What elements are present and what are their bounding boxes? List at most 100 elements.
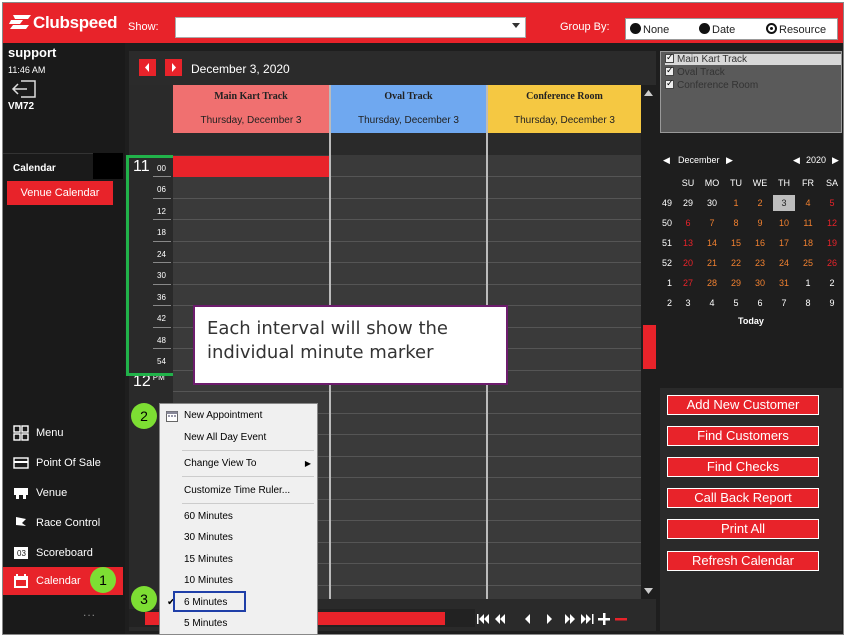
menu-label: Change View To xyxy=(184,458,257,469)
nav-venue[interactable]: Venue xyxy=(3,479,123,507)
calendar-day[interactable]: 9 xyxy=(749,215,771,231)
calendar-day[interactable]: 21 xyxy=(701,255,723,271)
calendar-day[interactable]: 12 xyxy=(821,215,843,231)
calendar-day[interactable]: 15 xyxy=(725,235,747,251)
calendar-day[interactable]: 7 xyxy=(773,295,795,311)
navigation-buttons[interactable] xyxy=(475,609,655,629)
menu-new-all-day-event[interactable]: New All Day Event xyxy=(160,428,317,448)
prev-day-button[interactable] xyxy=(139,59,156,76)
next-page-icon xyxy=(565,614,575,624)
calendar-day[interactable]: 17 xyxy=(773,235,795,251)
calendar-day[interactable]: 14 xyxy=(701,235,723,251)
menu-change-view-to[interactable]: Change View To ▶ xyxy=(160,454,317,474)
calendar-day[interactable]: 2 xyxy=(821,275,843,291)
checkbox-icon[interactable] xyxy=(665,52,674,63)
show-dropdown[interactable] xyxy=(175,17,526,38)
column-header-oval-track[interactable]: Oval Track Thursday, December 3 xyxy=(331,85,486,133)
calendar-day[interactable]: 29 xyxy=(725,275,747,291)
calendar-day[interactable]: 4 xyxy=(701,295,723,311)
more-dots[interactable]: ... xyxy=(83,605,96,619)
calendar-day[interactable]: 24 xyxy=(773,255,795,271)
calendar-day[interactable]: 18 xyxy=(797,235,819,251)
nav-label: Calendar xyxy=(36,575,81,587)
call-back-report-button[interactable]: Call Back Report xyxy=(667,488,819,508)
calendar-day[interactable]: 1 xyxy=(797,275,819,291)
menu-customize-time-ruler[interactable]: Customize Time Ruler... xyxy=(160,481,317,501)
find-checks-button[interactable]: Find Checks xyxy=(667,457,819,477)
calendar-day[interactable]: 10 xyxy=(773,215,795,231)
month-prev-icon[interactable]: ◀ xyxy=(663,155,670,166)
checkbox-icon[interactable] xyxy=(665,65,674,76)
groupby-resource-radio[interactable]: Resource xyxy=(766,23,826,36)
calendar-day[interactable]: 19 xyxy=(821,235,843,251)
year-next-icon[interactable]: ▶ xyxy=(832,155,839,166)
logout-icon[interactable] xyxy=(11,80,37,98)
calendar-day[interactable]: 6 xyxy=(677,215,699,231)
year-prev-icon[interactable]: ◀ xyxy=(793,155,800,166)
find-customers-button[interactable]: Find Customers xyxy=(667,426,819,446)
nav-menu[interactable]: Menu xyxy=(3,419,123,447)
menu-10-minutes[interactable]: 10 Minutes xyxy=(160,571,317,591)
checkbox-icon[interactable] xyxy=(665,78,674,89)
calendar-day[interactable]: 29 xyxy=(677,195,699,211)
month-next-icon[interactable]: ▶ xyxy=(726,155,733,166)
menu-new-appointment[interactable]: New Appointment xyxy=(160,406,317,426)
calendar-day[interactable]: 4 xyxy=(797,195,819,211)
calendar-day[interactable]: 8 xyxy=(797,295,819,311)
column-header-main-kart-track[interactable]: Main Kart Track Thursday, December 3 xyxy=(173,85,329,133)
scroll-down-icon[interactable] xyxy=(641,585,656,597)
calendar-day[interactable]: 9 xyxy=(821,295,843,311)
menu-60-minutes[interactable]: 60 Minutes xyxy=(160,507,317,527)
calendar-day[interactable]: 28 xyxy=(701,275,723,291)
ruler-highlight-box xyxy=(126,155,178,376)
calendar-day[interactable]: 30 xyxy=(749,275,771,291)
calendar-day[interactable]: 30 xyxy=(701,195,723,211)
calendar-day[interactable]: 2 xyxy=(749,195,771,211)
add-new-customer-button[interactable]: Add New Customer xyxy=(667,395,819,415)
print-all-button[interactable]: Print All xyxy=(667,519,819,539)
next-day-button[interactable] xyxy=(165,59,182,76)
calendar-day[interactable]: 3 xyxy=(677,295,699,311)
venue-calendar-button[interactable]: Venue Calendar xyxy=(7,181,113,205)
calendar-day[interactable]: 27 xyxy=(677,275,699,291)
calendar-day[interactable]: 1 xyxy=(725,195,747,211)
nav-point-of-sale[interactable]: Point Of Sale xyxy=(3,449,123,477)
calendar-day[interactable]: 26 xyxy=(821,255,843,271)
menu-30-minutes[interactable]: 30 Minutes xyxy=(160,528,317,548)
resource-conference-room[interactable]: Conference Room xyxy=(665,78,758,91)
scroll-up-icon[interactable] xyxy=(641,87,656,99)
nav-race-control[interactable]: Race Control xyxy=(3,509,123,537)
scroll-thumb[interactable] xyxy=(643,325,656,369)
terminal-name: VM72 xyxy=(8,101,35,112)
calendar-day[interactable]: 22 xyxy=(725,255,747,271)
calendar-day[interactable]: 5 xyxy=(725,295,747,311)
column-header-conference-room[interactable]: Conference Room Thursday, December 3 xyxy=(488,85,641,133)
calendar-day[interactable]: 5 xyxy=(821,195,843,211)
calendar-day[interactable]: 23 xyxy=(749,255,771,271)
sidebar: support 11:46 AM VM72 Calendar Venue Cal… xyxy=(3,43,125,634)
day-of-week-label: FR xyxy=(802,178,814,188)
calendar-icon xyxy=(14,574,28,588)
today-button[interactable]: Today xyxy=(738,316,764,326)
calendar-day[interactable]: 3 xyxy=(773,195,795,211)
calendar-day[interactable]: 6 xyxy=(749,295,771,311)
menu-5-minutes[interactable]: 5 Minutes xyxy=(160,614,317,634)
menu-label: New Appointment xyxy=(184,410,263,421)
resource-label: Main Kart Track xyxy=(677,54,748,65)
calendar-day[interactable]: 16 xyxy=(749,235,771,251)
calendar-day[interactable]: 7 xyxy=(701,215,723,231)
calendar-day[interactable]: 8 xyxy=(725,215,747,231)
refresh-calendar-button[interactable]: Refresh Calendar xyxy=(667,551,819,571)
groupby-none-radio[interactable]: None xyxy=(630,23,669,36)
groupby-date-radio[interactable]: Date xyxy=(699,23,735,36)
resource-oval-track[interactable]: Oval Track xyxy=(665,65,725,78)
calendar-day[interactable]: 13 xyxy=(677,235,699,251)
resource-main-kart-track[interactable]: Main Kart Track xyxy=(665,52,841,65)
calendar-day[interactable]: 11 xyxy=(797,215,819,231)
nav-scoreboard[interactable]: 03 Scoreboard xyxy=(3,539,123,567)
calendar-day[interactable]: 20 xyxy=(677,255,699,271)
calendar-day[interactable]: 31 xyxy=(773,275,795,291)
calendar-day[interactable]: 25 xyxy=(797,255,819,271)
menu-15-minutes[interactable]: 15 Minutes xyxy=(160,550,317,570)
grid-line xyxy=(173,219,641,220)
